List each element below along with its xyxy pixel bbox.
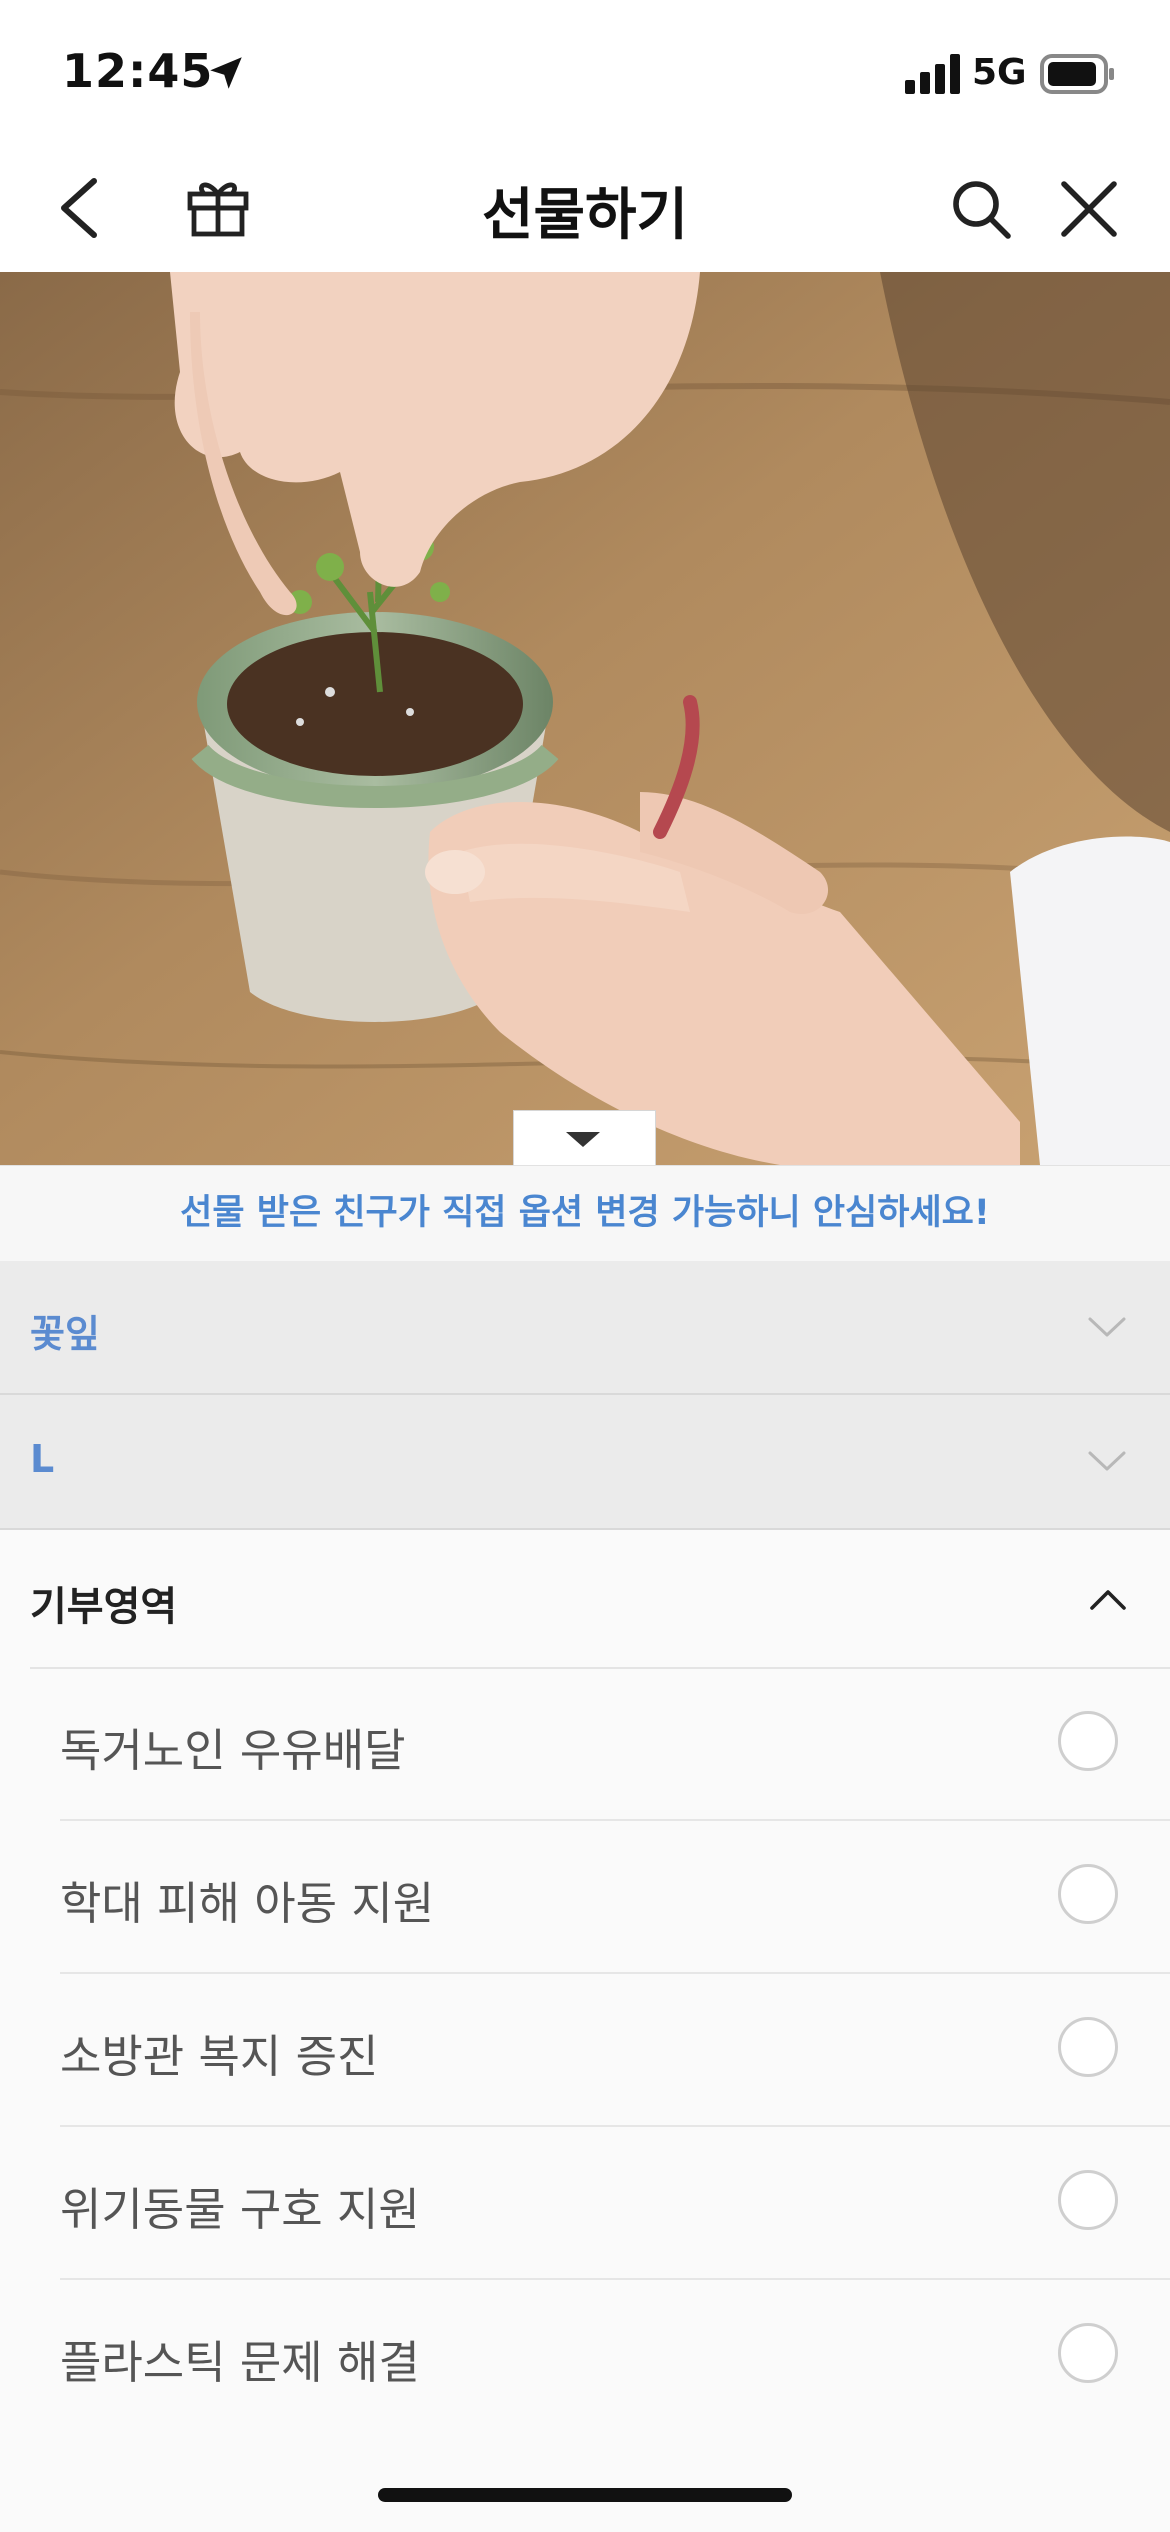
search-icon[interactable]: [950, 178, 1012, 240]
donation-section-header[interactable]: 기부영역: [0, 1530, 1170, 1669]
status-bar: 12:45 5G: [0, 0, 1170, 140]
option-select-2[interactable]: L: [0, 1395, 1170, 1530]
radio-button[interactable]: [1058, 2323, 1118, 2383]
product-image: [0, 272, 1170, 1165]
donation-option[interactable]: 플라스틱 문제 해결: [0, 2280, 1170, 2433]
chevron-down-icon: [1088, 1317, 1126, 1337]
donation-section: 기부영역 독거노인 우유배달 학대 피해 아동 지원 소방관 복지 증진 위기동…: [0, 1530, 1170, 2532]
radio-button[interactable]: [1058, 1711, 1118, 1771]
collapse-image-toggle[interactable]: [513, 1110, 656, 1165]
caret-down-icon: [566, 1132, 600, 1147]
location-arrow-icon: [210, 57, 242, 89]
network-type: 5G: [972, 52, 1027, 93]
option-select-value: 꽃잎: [30, 1312, 100, 1356]
donation-option[interactable]: 소방관 복지 증진: [0, 1974, 1170, 2127]
donation-option-label: 플라스틱 문제 해결: [60, 2336, 420, 2389]
battery-icon: [1040, 54, 1114, 94]
option-select-value: L: [30, 1437, 55, 1481]
donation-option[interactable]: 독거노인 우유배달: [0, 1668, 1170, 1821]
donation-option[interactable]: 학대 피해 아동 지원: [0, 1821, 1170, 1974]
donation-option-label: 학대 피해 아동 지원: [60, 1877, 435, 1930]
donation-option-label: 소방관 복지 증진: [60, 2030, 379, 2083]
nav-bar: 선물하기: [0, 140, 1170, 272]
home-indicator: [378, 2488, 792, 2502]
donation-option[interactable]: 위기동물 구호 지원: [0, 2127, 1170, 2280]
chevron-down-icon: [1088, 1451, 1126, 1471]
option-change-notice: 선물 받은 친구가 직접 옵션 변경 가능하니 안심하세요!: [0, 1165, 1170, 1262]
status-time: 12:45: [62, 44, 214, 98]
chevron-up-icon: [1090, 1590, 1126, 1610]
radio-button[interactable]: [1058, 1864, 1118, 1924]
radio-button[interactable]: [1058, 2017, 1118, 2077]
donation-section-title: 기부영역: [30, 1584, 178, 1630]
close-icon[interactable]: [1058, 178, 1120, 240]
cellular-signal-icon: [905, 54, 960, 94]
notice-text: 선물 받은 친구가 직접 옵션 변경 가능하니 안심하세요!: [180, 1193, 990, 1233]
donation-option-label: 독거노인 우유배달: [60, 1724, 406, 1777]
donation-option-label: 위기동물 구호 지원: [60, 2183, 420, 2236]
option-select-1[interactable]: 꽃잎: [0, 1261, 1170, 1395]
radio-button[interactable]: [1058, 2170, 1118, 2230]
